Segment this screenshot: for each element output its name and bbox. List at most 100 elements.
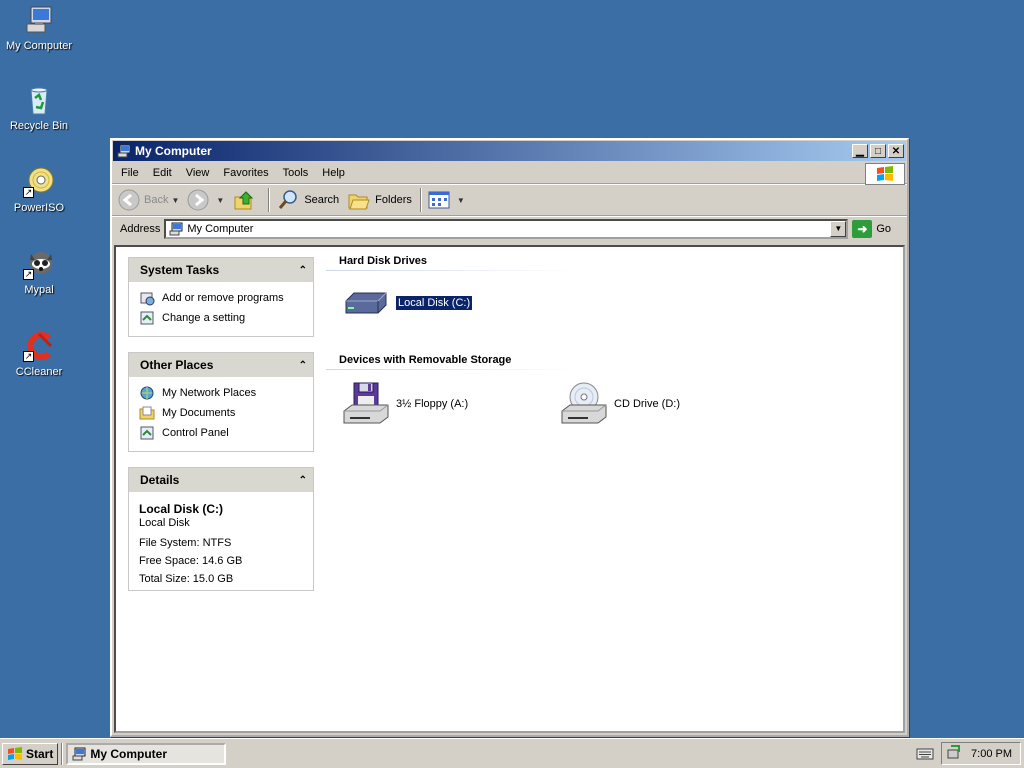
address-label: Address [120,222,161,235]
collapse-chevron-icon[interactable]: ⌃ [299,475,307,486]
taskbar: Start My Computer 7:00 PM [0,738,1024,768]
desktop-icon-my-computer[interactable]: My Computer [0,4,78,52]
maximize-icon: □ [874,145,882,157]
folders-button[interactable]: Folders [347,189,412,211]
keyboard-icon[interactable] [915,743,935,765]
start-button[interactable]: Start [2,742,59,765]
menu-bar: File Edit View Favorites Tools Help [112,162,907,185]
close-button[interactable]: ✕ [888,144,904,158]
taskbar-button-my-computer[interactable]: My Computer [66,742,227,765]
taskbar-separator [61,742,64,765]
pane-title: Other Places [140,358,214,372]
my-computer-window: My Computer ▁ □ ✕ File Edit View Favorit… [110,138,909,737]
collapse-chevron-icon[interactable]: ⌃ [299,360,307,371]
menu-favorites[interactable]: Favorites [216,165,275,181]
task-change-setting[interactable]: Change a setting [139,308,303,328]
desktop-icon-poweriso[interactable]: ↗ PowerISO [0,166,78,214]
pane-title: Details [140,473,180,487]
drive-cd-d[interactable]: CD Drive (D:) [560,381,680,427]
drive-label: Local Disk (C:) [394,295,474,311]
window-titlebar[interactable]: My Computer ▁ □ ✕ [113,141,906,161]
menu-file[interactable]: File [114,165,146,181]
menu-view[interactable]: View [179,165,217,181]
desktop-icon-label: PowerISO [13,202,65,214]
search-label: Search [304,194,340,206]
desktop-icon-label: Mypal [24,284,54,296]
place-control-panel[interactable]: Control Panel [139,423,303,443]
computer-icon [117,144,131,158]
desktop-icon-recycle-bin[interactable]: Recycle Bin [0,84,78,132]
poweriso-icon: ↗ [23,166,55,198]
menu-tools[interactable]: Tools [276,165,316,181]
desktop-icon-label: My Computer [5,40,73,52]
back-button[interactable]: Back ▼ [118,189,179,211]
menu-help[interactable]: Help [315,165,352,181]
network-places-icon [139,385,155,401]
safely-remove-hardware-icon[interactable] [946,744,962,763]
views-button[interactable]: ▼ [428,191,465,209]
computer-icon [169,222,183,236]
place-label: My Documents [162,407,236,419]
details-name: Local Disk (C:) [139,502,224,516]
desktop-icon-mypal[interactable]: ↗ Mypal [0,248,78,296]
shortcut-arrow-icon: ↗ [23,351,34,362]
system-tasks-header[interactable]: System Tasks ⌃ [129,258,313,282]
windows-flag-icon [7,746,23,761]
back-dropdown-icon[interactable]: ▼ [171,196,179,205]
address-input[interactable]: My Computer ▼ [164,218,849,239]
desktop-icon-label: Recycle Bin [9,120,69,132]
address-dropdown-button[interactable]: ▼ [830,220,847,237]
up-folder-icon [234,191,254,210]
back-label: Back [144,194,169,206]
my-documents-icon [139,405,155,421]
details-header[interactable]: Details ⌃ [129,468,313,492]
start-label: Start [26,746,54,761]
section-divider [326,369,581,370]
add-remove-programs-icon [139,290,155,306]
task-add-remove-programs[interactable]: Add or remove programs [139,288,303,308]
details-total-size: Total Size: 15.0 GB [139,573,234,585]
place-my-network-places[interactable]: My Network Places [139,383,303,403]
go-button[interactable]: ➜ Go [852,219,892,238]
task-label: Change a setting [162,312,246,324]
drive-floppy-a[interactable]: 3½ Floppy (A:) [342,381,468,427]
menu-edit[interactable]: Edit [146,165,179,181]
place-label: My Network Places [162,387,257,399]
shortcut-arrow-icon: ↗ [23,187,34,198]
shortcut-arrow-icon: ↗ [23,269,34,280]
desktop-icon-ccleaner[interactable]: ↗ CCleaner [0,330,78,378]
task-label: Add or remove programs [162,292,284,304]
collapse-chevron-icon[interactable]: ⌃ [299,265,307,276]
views-icon [428,191,450,209]
taskbar-button-label: My Computer [90,746,168,761]
system-tray: 7:00 PM [941,742,1021,765]
control-panel-icon [139,310,155,326]
forward-dropdown-icon[interactable]: ▼ [216,196,224,205]
search-button[interactable]: Search [276,188,339,212]
address-bar: Address My Computer ▼ ➜ Go [112,216,907,240]
hard-disk-drives-heading: Hard Disk Drives [339,255,428,267]
drive-local-disk-c[interactable]: Local Disk (C:) [342,287,474,319]
standard-toolbar: Back ▼ ▼ Search Folders ▼ [112,184,907,216]
pane-title: System Tasks [140,263,220,277]
other-places-header[interactable]: Other Places ⌃ [129,353,313,377]
clock[interactable]: 7:00 PM [971,748,1012,760]
computer-icon [23,4,55,36]
window-title: My Computer [135,144,212,158]
forward-button[interactable]: ▼ [187,189,224,211]
views-dropdown-icon[interactable]: ▼ [457,196,465,205]
system-tasks-pane: System Tasks ⌃ Add or remove programs Ch… [128,257,314,337]
details-type: Local Disk [139,517,190,529]
place-my-documents[interactable]: My Documents [139,403,303,423]
up-folder-button[interactable] [232,188,260,212]
ccleaner-icon: ↗ [23,330,55,362]
control-panel-icon [139,425,155,441]
go-arrow-icon: ➜ [852,219,873,238]
go-label: Go [876,222,892,235]
forward-arrow-icon [187,189,209,211]
minimize-button[interactable]: ▁ [852,144,868,158]
details-free-space: Free Space: 14.6 GB [139,555,243,567]
drive-label: 3½ Floppy (A:) [396,398,469,410]
maximize-button[interactable]: □ [870,144,886,158]
toolbar-separator [268,188,271,212]
